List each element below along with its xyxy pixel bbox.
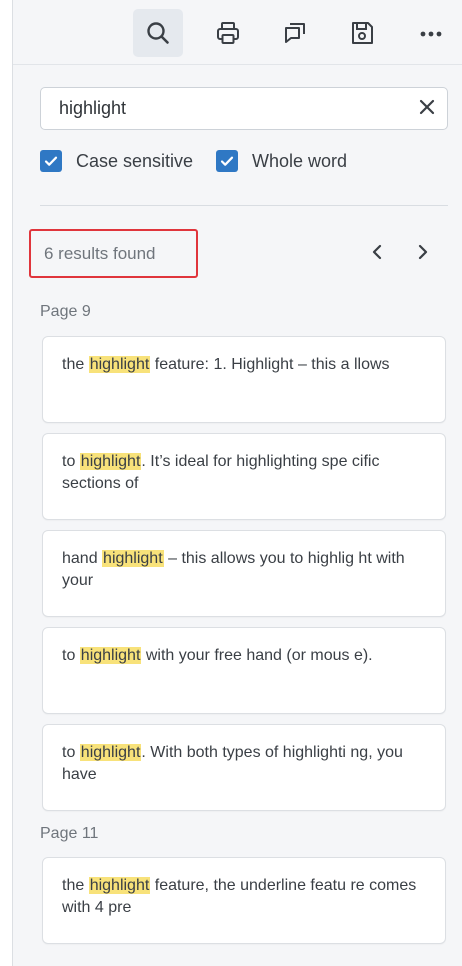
result-match: highlight bbox=[102, 550, 164, 567]
toolbar bbox=[13, 0, 462, 64]
page-label: Page 9 bbox=[40, 303, 91, 320]
save-button[interactable] bbox=[337, 9, 387, 57]
save-icon bbox=[349, 20, 375, 46]
result-text-before: the bbox=[62, 356, 89, 373]
search-tool-button[interactable] bbox=[133, 9, 183, 57]
search-result-item[interactable]: to highlight. With both types of highlig… bbox=[42, 724, 446, 811]
page-label: Page 11 bbox=[40, 825, 99, 842]
result-match: highlight bbox=[79, 453, 142, 470]
case-sensitive-option[interactable]: Case sensitive bbox=[40, 149, 193, 173]
result-match: highlight bbox=[88, 356, 151, 373]
chevron-right-icon bbox=[416, 243, 430, 266]
search-panel: Case sensitive Whole word 6 results foun… bbox=[12, 0, 462, 966]
result-text-after: with your free hand (or mous e). bbox=[141, 647, 373, 664]
search-result-item[interactable]: to highlight with your free hand (or mou… bbox=[42, 627, 446, 714]
toolbar-divider bbox=[13, 64, 462, 65]
case-sensitive-label: Case sensitive bbox=[76, 150, 194, 171]
previous-result-button[interactable] bbox=[364, 240, 390, 268]
comments-icon bbox=[282, 20, 308, 46]
result-text-before: the bbox=[62, 877, 89, 894]
printer-icon bbox=[215, 20, 241, 46]
checkmark-icon bbox=[44, 156, 58, 166]
more-button[interactable] bbox=[406, 9, 456, 57]
result-text-before: hand bbox=[62, 550, 103, 567]
search-result-item[interactable]: hand highlight – this allows you to high… bbox=[42, 530, 446, 617]
close-icon bbox=[418, 98, 436, 121]
whole-word-option[interactable]: Whole word bbox=[216, 149, 347, 173]
search-box bbox=[40, 87, 448, 130]
chevron-left-icon bbox=[370, 243, 384, 266]
search-result-item[interactable]: the highlight feature: 1. Highlight – th… bbox=[42, 336, 446, 423]
search-result-item[interactable]: the highlight feature, the underline fea… bbox=[42, 857, 446, 944]
search-icon bbox=[145, 20, 171, 46]
result-text-before: to bbox=[62, 453, 80, 470]
clear-search-button[interactable] bbox=[415, 97, 439, 121]
result-match: highlight bbox=[79, 744, 142, 761]
result-text-after: feature: 1. Highlight – this a llows bbox=[150, 356, 390, 373]
options-divider bbox=[40, 205, 448, 206]
case-sensitive-checkbox[interactable] bbox=[40, 150, 62, 172]
print-button[interactable] bbox=[203, 9, 253, 57]
search-input[interactable] bbox=[41, 88, 401, 129]
result-text-before: to bbox=[62, 744, 80, 761]
checkmark-icon bbox=[220, 156, 234, 166]
search-result-item[interactable]: to highlight. It’s ideal for highlightin… bbox=[42, 433, 446, 520]
result-count-highlight-box: 6 results found bbox=[29, 229, 198, 278]
whole-word-checkbox[interactable] bbox=[216, 150, 238, 172]
result-match: highlight bbox=[79, 647, 142, 664]
next-result-button[interactable] bbox=[410, 240, 436, 268]
comments-button[interactable] bbox=[270, 9, 320, 57]
more-icon bbox=[418, 20, 444, 46]
result-count: 6 results found bbox=[44, 243, 156, 263]
whole-word-label: Whole word bbox=[252, 150, 348, 171]
result-text-before: to bbox=[62, 647, 80, 664]
result-match: highlight bbox=[88, 877, 151, 894]
